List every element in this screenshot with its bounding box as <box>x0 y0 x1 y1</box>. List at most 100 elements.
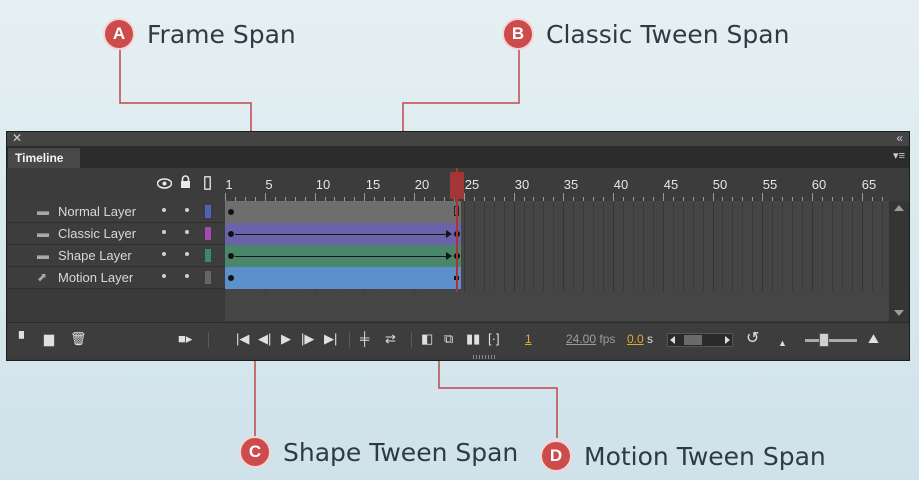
resize-grip[interactable] <box>473 355 497 359</box>
frame-cell-divider <box>802 201 803 291</box>
layer-icon: ▬ <box>37 226 49 240</box>
tab-timeline[interactable]: Timeline <box>8 148 80 168</box>
panel-menu-icon[interactable]: ▾≡ <box>893 149 905 162</box>
layer-name[interactable]: Motion Layer <box>58 270 133 285</box>
ruler-tick <box>464 193 465 201</box>
play-icon[interactable]: ▶ <box>281 331 291 347</box>
visibility-dot[interactable] <box>162 274 166 278</box>
fps-unit: fps <box>599 332 616 346</box>
visibility-dot[interactable] <box>162 252 166 256</box>
zoom-out-icon[interactable]: ▲ <box>778 335 787 351</box>
keyframe-dot[interactable] <box>228 231 234 237</box>
edit-multiple-frames-icon[interactable]: ▮▮ <box>466 331 480 347</box>
frame-cell-divider <box>593 201 594 291</box>
scroll-thumb[interactable] <box>684 335 702 345</box>
lock-dot[interactable] <box>185 230 189 234</box>
zoom-slider-thumb[interactable] <box>819 333 829 347</box>
scroll-right-icon[interactable] <box>725 336 730 344</box>
ruler-tick <box>713 193 714 201</box>
tween-arrow-line <box>235 234 447 235</box>
loop-icon[interactable]: ⇄ <box>385 331 396 347</box>
modify-onion-markers-icon[interactable]: [·] <box>488 331 500 347</box>
visibility-dot[interactable] <box>162 208 166 212</box>
visibility-dot[interactable] <box>162 230 166 234</box>
elapsed-unit: s <box>647 332 654 346</box>
frame-cell-divider <box>603 201 604 291</box>
onion-skin-icon[interactable]: ◧ <box>421 331 433 347</box>
layer-name[interactable]: Classic Layer <box>58 226 136 241</box>
lock-dot[interactable] <box>185 274 189 278</box>
zoom-in-icon[interactable]: ⛰ <box>868 331 879 347</box>
zoom-slider-track[interactable] <box>805 339 857 342</box>
ruler-label: 40 <box>613 177 629 192</box>
keyframe-dot[interactable] <box>228 253 234 259</box>
frame-cell-divider <box>693 201 694 291</box>
vertical-scrollbar[interactable] <box>889 201 909 322</box>
layer-row-normal[interactable]: ▬ Normal Layer <box>7 201 225 223</box>
lock-dot[interactable] <box>185 252 189 256</box>
frame-cell-divider <box>872 201 873 291</box>
tween-arrow-head <box>446 230 452 238</box>
layer-row-classic[interactable]: ▬ Classic Layer <box>7 223 225 245</box>
layer-color-swatch[interactable] <box>205 249 211 262</box>
layer-name[interactable]: Shape Layer <box>58 248 132 263</box>
playhead[interactable] <box>450 172 464 199</box>
ruler-ticks[interactable] <box>225 191 889 201</box>
camera-icon[interactable]: ■▸ <box>178 331 192 347</box>
keyframe-dot[interactable] <box>228 209 234 215</box>
frame-cell-divider <box>484 201 485 291</box>
frame-cell-divider <box>792 201 793 291</box>
onion-skin-outlines-icon[interactable]: ⧉ <box>444 331 453 347</box>
lock-icon[interactable] <box>180 175 191 192</box>
step-back-icon[interactable]: ◀| <box>258 331 271 347</box>
motion-layer-icon: ⬈ <box>37 270 48 284</box>
undo-icon[interactable]: ↺ <box>746 331 759 347</box>
layer-color-swatch[interactable] <box>205 271 211 284</box>
frames-area[interactable] <box>225 201 889 321</box>
frame-cell-divider <box>673 201 674 291</box>
trash-icon[interactable]: 🗑 <box>70 331 87 347</box>
frame-cell-divider <box>553 201 554 291</box>
last-frame-icon[interactable]: ▶| <box>324 331 337 347</box>
frame-cell-divider <box>742 201 743 291</box>
current-frame[interactable]: 1 <box>525 332 532 346</box>
scroll-left-icon[interactable] <box>670 336 675 344</box>
new-folder-icon[interactable]: ▆ <box>44 331 54 347</box>
close-icon[interactable]: ✕ <box>12 132 22 145</box>
outline-icon[interactable] <box>204 176 211 193</box>
frame-cell-divider <box>494 201 495 291</box>
lock-dot[interactable] <box>185 208 189 212</box>
eye-icon[interactable] <box>156 177 173 192</box>
ruler-label: 1 <box>225 177 233 192</box>
frame-cell-divider <box>543 201 544 291</box>
ruler-label: 10 <box>315 177 331 192</box>
frame-cell-divider <box>573 201 574 291</box>
ruler-label: 25 <box>464 177 480 192</box>
fps-value[interactable]: 24.00 <box>566 332 596 346</box>
callout-badge: A <box>103 18 135 50</box>
layer-row-motion[interactable]: ⬈ Motion Layer <box>7 267 225 289</box>
elapsed-time[interactable]: 0.0 s <box>627 332 653 346</box>
frame-cell-divider <box>683 201 684 291</box>
frame-rate[interactable]: 24.00 fps <box>566 332 615 346</box>
horizontal-scrollbar[interactable] <box>667 333 733 347</box>
layer-color-swatch[interactable] <box>205 227 211 240</box>
frame-span[interactable] <box>225 201 461 223</box>
callout-label: Frame Span <box>147 19 296 49</box>
callout-shape-tween-span: C Shape Tween Span <box>239 432 518 472</box>
step-forward-icon[interactable]: |▶ <box>301 331 314 347</box>
motion-tween-span[interactable] <box>225 267 461 289</box>
layer-color-swatch[interactable] <box>205 205 211 218</box>
center-frame-icon[interactable]: ╪ <box>360 331 369 347</box>
ruler-tick <box>613 193 614 201</box>
frame-cell-divider <box>524 201 525 291</box>
first-frame-icon[interactable]: |◀ <box>236 331 249 347</box>
elapsed-value[interactable]: 0.0 <box>627 332 644 346</box>
collapse-icon[interactable]: « <box>896 132 903 145</box>
layer-row-shape[interactable]: ▬ Shape Layer <box>7 245 225 267</box>
scroll-down-icon[interactable] <box>894 310 904 316</box>
keyframe-dot[interactable] <box>228 275 234 281</box>
new-layer-icon[interactable]: ▘ <box>19 331 29 347</box>
layer-name[interactable]: Normal Layer <box>58 204 136 219</box>
scroll-up-icon[interactable] <box>894 205 904 211</box>
